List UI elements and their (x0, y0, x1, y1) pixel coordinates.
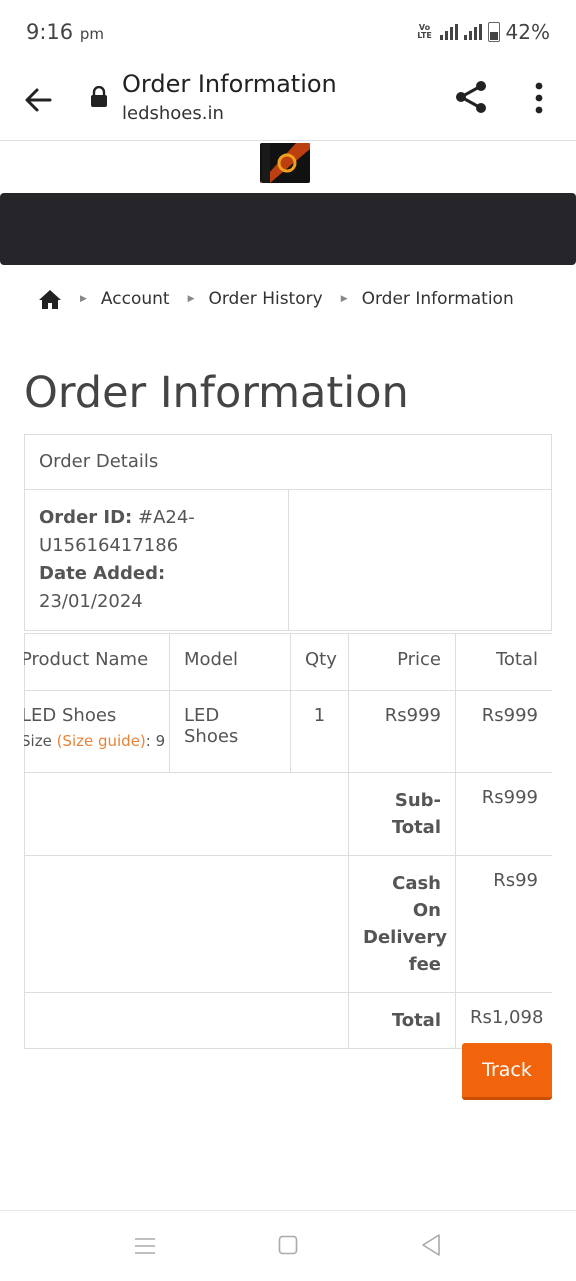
chevron-right-icon: ▶ (187, 294, 195, 304)
browser-url[interactable]: ledshoes.in (122, 103, 224, 124)
breadcrumb-item-order-information[interactable]: Order Information (362, 289, 514, 309)
subtotal-row: Sub-Total Rs999 (24, 772, 552, 856)
site-logo[interactable] (256, 141, 312, 185)
chevron-right-icon: ▶ (80, 294, 87, 304)
browser-page-title[interactable]: Order Information (122, 70, 337, 98)
date-added-value: 23/01/2024 (39, 591, 143, 612)
cod-fee-value: Rs99 (455, 855, 552, 993)
signal-icon (439, 24, 458, 40)
table-header-row: Product Name Model Qty Price Total (24, 633, 552, 691)
option-label: Size (24, 732, 52, 750)
date-added-label: Date Added: (39, 563, 166, 584)
products-table: Product Name Model Qty Price Total LED S… (24, 633, 552, 1049)
total-row: Total Rs1,098 (24, 992, 552, 1049)
order-details-table: Order Details Order ID: #A24-U1561641718… (24, 434, 552, 631)
back-button-icon[interactable] (420, 1233, 442, 1257)
signal-lte-icon (463, 24, 482, 40)
col-header-total: Total (455, 633, 552, 691)
product-price: Rs999 (348, 690, 456, 773)
breadcrumb: ▶ Account ▶ Order History ▶ Order Inform… (38, 288, 514, 310)
order-meta-cell: Order ID: #A24-U15616417186 Date Added: … (24, 489, 289, 631)
status-bar: 9:16 pm Vo LTE 42% (0, 0, 576, 62)
home-icon[interactable] (38, 288, 62, 310)
more-options-icon[interactable] (526, 80, 552, 116)
total-value: Rs1,098 (455, 992, 552, 1049)
back-arrow-icon[interactable] (20, 82, 56, 118)
product-model: LED Shoes (169, 690, 291, 773)
empty-cell (24, 855, 349, 993)
subtotal-value: Rs999 (455, 772, 552, 856)
product-name-cell: LED Shoes Size (Size guide): 9 (24, 690, 170, 773)
cod-fee-label: Cash On Delivery fee (348, 855, 456, 993)
browser-toolbar: Order Information ledshoes.in (0, 62, 576, 141)
breadcrumb-item-order-history[interactable]: Order History (208, 289, 322, 309)
cod-fee-row: Cash On Delivery fee Rs99 (24, 855, 552, 993)
empty-cell (24, 772, 349, 856)
chevron-right-icon: ▶ (340, 294, 348, 304)
recent-apps-icon[interactable] (134, 1237, 156, 1255)
option-value: : 9 (145, 732, 166, 750)
product-qty: 1 (290, 690, 349, 773)
empty-cell (288, 489, 552, 631)
track-button[interactable]: Track (462, 1043, 552, 1100)
volte-icon: Vo LTE (417, 23, 432, 40)
col-header-model: Model (169, 633, 291, 691)
site-nav-bar[interactable] (0, 193, 576, 265)
product-name[interactable]: LED Shoes (24, 705, 116, 726)
share-icon[interactable] (452, 78, 490, 116)
total-label: Total (348, 992, 456, 1049)
order-details-header: Order Details (24, 434, 552, 490)
battery-percent: 42% (505, 20, 550, 44)
lock-icon[interactable] (90, 86, 108, 108)
col-header-price: Price (348, 633, 456, 691)
battery-icon (487, 22, 500, 42)
product-total: Rs999 (455, 690, 552, 773)
status-time: 9:16 pm (26, 20, 104, 44)
col-header-qty: Qty (290, 633, 349, 691)
subtotal-label: Sub-Total (348, 772, 456, 856)
size-guide-link[interactable]: (Size guide) (57, 732, 146, 750)
status-icons: Vo LTE 42% (416, 20, 550, 44)
products-table-container[interactable]: Product Name Model Qty Price Total LED S… (24, 633, 552, 1049)
order-id-label: Order ID: (39, 507, 133, 528)
home-button-icon[interactable] (278, 1235, 298, 1255)
empty-cell (24, 992, 349, 1049)
table-row: LED Shoes Size (Size guide): 9 LED Shoes… (24, 690, 552, 773)
col-header-product-name: Product Name (24, 633, 170, 691)
page-title: Order Information (24, 368, 409, 418)
system-nav-bar (0, 1210, 576, 1281)
breadcrumb-item-account[interactable]: Account (101, 289, 170, 309)
